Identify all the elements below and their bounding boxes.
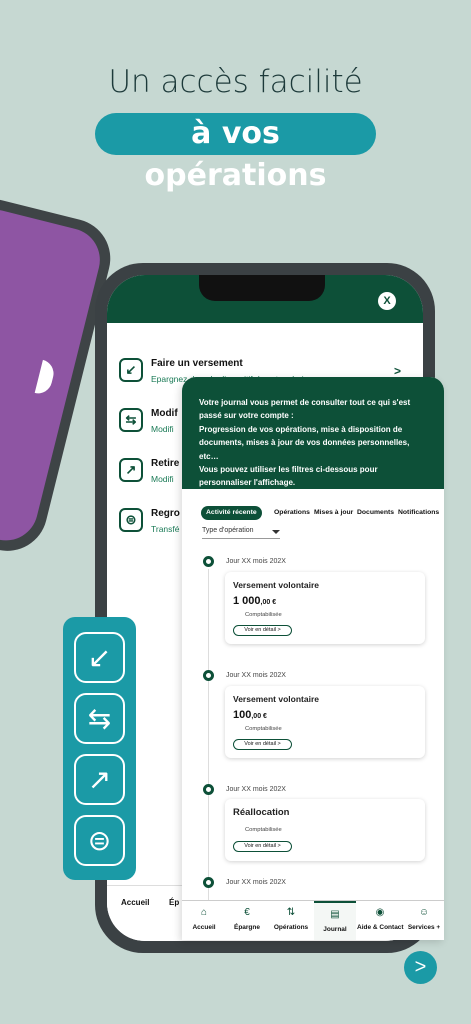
headline-line2: à vos opérations [95,113,376,193]
phone-notch [199,275,325,301]
menu-item-title: Retire [151,458,180,469]
menu-item-title: Modif [151,408,178,419]
euro-icon: € [244,907,250,918]
left-phone-screen [0,202,107,548]
journal-tabs: Activité récente Opérations Mises à jour… [199,506,439,520]
menu-item-subtitle: Modifi [151,424,174,434]
operation-card: Versement volontaire 100,00 € Comptabili… [225,686,425,758]
operation-status: Comptabilisée [245,612,282,618]
close-button[interactable]: X [378,292,396,310]
swap-icon: ⇅ [286,907,296,918]
nav-services[interactable]: ☺ Services + [406,901,442,940]
arrow-up-right-icon[interactable]: ↗ [74,754,125,805]
entry-date: Jour XX mois 202X [226,786,286,793]
operation-type-label: Type d'opération [202,527,254,534]
tab-documents[interactable]: Documents [357,506,394,520]
swap-icon: ⇆ [119,408,143,432]
intro-line2: Progression de vos opérations, mise à di… [199,424,410,461]
tab-mises-a-jour[interactable]: Mises à jour [314,506,353,520]
swap-icon[interactable]: ⇆ [74,693,125,744]
document-icon: ▤ [330,909,340,920]
journal-intro: Votre journal vous permet de consulter t… [182,377,444,489]
headline-line1: Un accès facilité [108,64,363,100]
entry-date: Jour XX mois 202X [226,672,286,679]
menu-item-subtitle: Modifi [151,474,174,484]
operation-card: Versement volontaire 1 000,00 € Comptabi… [225,572,425,644]
quick-actions-bar: ↙ ⇆ ↗ ⊜ [63,617,136,880]
home-icon: ⌂ [200,907,208,918]
menu-item-title: Regro [151,508,180,519]
intro-line3: Vous pouvez utiliser les filtres ci-dess… [199,465,378,488]
operation-amount: 100,00 € [233,709,267,721]
entry-date: Jour XX mois 202X [226,558,286,565]
left-phone-icon [34,359,57,397]
operation-title: Versement volontaire [233,694,319,704]
tab-operations[interactable]: Opérations [274,506,310,520]
operation-status: Comptabilisée [245,726,282,732]
view-detail-button[interactable]: Voir en détail > [233,739,292,750]
location-pin-icon: ◉ [375,907,385,918]
nav-journal[interactable]: ▤ Journal [314,901,356,940]
nav-epargne[interactable]: € Épargne [226,901,268,940]
nav-aide-contact[interactable]: ◉ Aide & Contact [357,901,404,940]
person-icon: ☺ [418,907,430,918]
nav-operations[interactable]: ⇅ Opérations [271,901,311,940]
main-nav-epargne[interactable]: Ép [169,898,179,907]
operation-title: Réallocation [233,807,290,818]
timeline-dot [203,784,214,795]
timeline-dot [203,556,214,567]
timeline-dot [203,877,214,888]
timeline-line [208,569,209,929]
tab-notifications[interactable]: Notifications [398,506,439,520]
operation-title: Versement volontaire [233,580,319,590]
next-button[interactable]: > [404,951,437,984]
app-header: X [107,275,423,323]
chevron-right-icon: > [393,364,401,378]
journal-panel: Votre journal vous permet de consulter t… [182,377,444,940]
caret-down-icon [272,530,280,534]
operation-status: Comptabilisée [245,827,282,833]
menu-item-subtitle: Transfé [151,524,180,534]
view-detail-button[interactable]: Voir en détail > [233,841,292,852]
main-nav-accueil[interactable]: Accueil [121,898,149,907]
link-icon[interactable]: ⊜ [74,815,125,866]
arrow-down-left-icon: ↙ [119,358,143,382]
operation-card: Réallocation Comptabilisée Voir en détai… [225,799,425,861]
operation-amount: 1 000,00 € [233,595,277,607]
journal-bottom-nav: ⌂ Accueil € Épargne ⇅ Opérations ▤ Journal ◉… [182,900,444,940]
nav-accueil[interactable]: ⌂ Accueil [186,901,222,940]
menu-item-title: Faire un versement [151,358,243,369]
link-icon: ⊜ [119,508,143,532]
view-detail-button[interactable]: Voir en détail > [233,625,292,636]
timeline-dot [203,670,214,681]
intro-line1: Votre journal vous permet de consulter t… [199,398,411,421]
tab-activite-recente[interactable]: Activité récente [201,506,262,520]
arrow-up-right-icon: ↗ [119,458,143,482]
entry-date: Jour XX mois 202X [226,879,286,886]
operation-type-select[interactable]: Type d'opération [202,525,280,539]
arrow-down-left-icon[interactable]: ↙ [74,632,125,683]
